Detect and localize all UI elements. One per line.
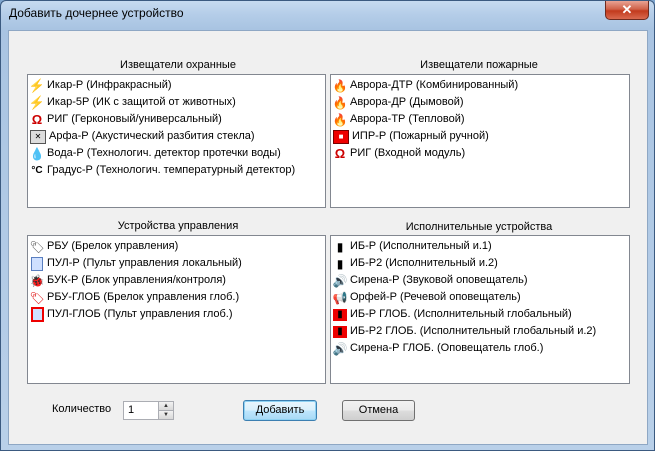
list-item[interactable]: 🔊 Сирена-Р ГЛОБ. (Оповещатель глоб.): [333, 340, 627, 357]
list-item[interactable]: 🐞 БУК-Р (Блок управления/контроля): [30, 272, 323, 289]
magnet-icon: Ω: [334, 145, 346, 161]
list-item[interactable]: 🔥 Аврора-ДТР (Комбинированный): [333, 77, 627, 94]
keypad-icon: [31, 256, 43, 271]
quantity-label: Количество: [52, 403, 112, 415]
list-item[interactable]: 💧 Вода-Р (Технологич. детектор протечки в…: [30, 145, 323, 162]
window-title: Добавить дочернее устройство: [9, 6, 184, 20]
list-item[interactable]: °C Градус-Р (Технологич. температурный де…: [30, 162, 323, 179]
megaphone-icon: 📢: [332, 290, 348, 305]
list-item[interactable]: 🏷 РБУ (Брелок управления): [29, 238, 323, 255]
list-fire-detectors[interactable]: 🔥 Аврора-ДТР (Комбинированный) 🔥 Аврора-ДР…: [330, 74, 630, 208]
relay-global-icon: ▮: [333, 308, 347, 321]
close-icon: ✕: [621, 2, 633, 17]
list-actuator-devices[interactable]: ▮ ИБ-Р (Исполнительный и.1) ▮ ИБ-Р2 (Испол…: [330, 235, 630, 384]
fire-detector-icon: 🔥: [332, 78, 348, 93]
list-item[interactable]: 🔥 Аврора-ТР (Тепловой): [333, 111, 627, 128]
cancel-button[interactable]: Отмена: [342, 400, 415, 421]
manual-call-point-icon: ■: [333, 129, 349, 144]
relay-global-icon: ▮: [333, 325, 347, 338]
bug-icon: 🐞: [29, 273, 45, 288]
list-item[interactable]: 🔥 Аврора-ДР (Дымовой): [333, 94, 627, 111]
fire-detector-icon: 🔥: [332, 95, 348, 110]
list-item[interactable]: ⚡ Икар-5Р (ИК с защитой от животных): [28, 94, 323, 111]
dialog-client-area: Извещатели охранные ⚡ Икар-Р (Инфракрасны…: [8, 30, 648, 445]
speaker-icon: 🔊: [332, 273, 348, 288]
list-item[interactable]: 🔊 Сирена-Р (Звуковой оповещатель): [333, 272, 627, 289]
spin-up-icon[interactable]: ▲: [158, 402, 173, 411]
list-item[interactable]: ПУЛ-Р (Пульт управления локальный): [30, 255, 323, 272]
lightning-icon: ⚡: [28, 94, 46, 110]
add-button[interactable]: Добавить: [243, 400, 317, 421]
list-item[interactable]: ▮ ИБ-Р (Исполнительный и.1): [333, 238, 627, 255]
quantity-input[interactable]: 1: [128, 404, 134, 416]
list-item[interactable]: ✕ Арфа-Р (Акустический разбития стекла): [30, 128, 323, 145]
speaker-global-icon: 🔊: [332, 341, 348, 356]
group-label-actuators: Исполнительные устройства: [405, 221, 553, 233]
glass-break-icon: ✕: [30, 129, 46, 144]
quantity-stepper[interactable]: 1 ▲ ▼: [123, 401, 174, 420]
list-item[interactable]: 🏷 РБУ-ГЛОБ (Брелок управления глоб.): [29, 289, 323, 306]
fire-detector-icon: 🔥: [332, 112, 348, 127]
lightning-icon: ⚡: [28, 77, 46, 93]
key-fob-global-icon: 🏷: [29, 290, 45, 305]
list-item[interactable]: ПУЛ-ГЛОБ (Пульт управления глоб.): [30, 306, 323, 323]
list-item[interactable]: ■ ИПР-Р (Пожарный ручной): [333, 128, 627, 145]
relay-icon: ▮: [336, 239, 344, 254]
dialog-window: Добавить дочернее устройство ✕ Извещател…: [0, 0, 655, 451]
group-label-security: Извещатели охранные: [120, 59, 236, 71]
list-item[interactable]: ⚡ Икар-Р (Инфракрасный): [28, 77, 323, 94]
list-control-devices[interactable]: 🏷 РБУ (Брелок управления) ПУЛ-Р (Пульт уп…: [27, 235, 326, 384]
list-item[interactable]: ▮ ИБ-Р2 (Исполнительный и.2): [333, 255, 627, 272]
thermometer-icon: °C: [31, 164, 43, 176]
list-item[interactable]: 📢 Орфей-Р (Речевой оповещатель): [333, 289, 627, 306]
key-fob-icon: 🏷: [29, 239, 45, 254]
group-label-fire: Извещатели пожарные: [420, 59, 538, 71]
list-item[interactable]: ▮ ИБ-Р ГЛОБ. (Исполнительный глобальный): [333, 306, 627, 323]
list-item[interactable]: Ω РИГ (Герконовый/универсальный): [30, 111, 323, 128]
list-security-detectors[interactable]: ⚡ Икар-Р (Инфракрасный) ⚡ Икар-5Р (ИК с за…: [27, 74, 326, 208]
magnet-icon: Ω: [31, 111, 43, 127]
water-drop-icon: 💧: [29, 146, 45, 161]
keypad-global-icon: [30, 307, 44, 322]
group-label-control: Устройства управления: [117, 220, 239, 232]
spin-down-icon[interactable]: ▼: [158, 411, 173, 419]
list-item[interactable]: ▮ ИБ-Р2 ГЛОБ. (Исполнительный глобальный …: [333, 323, 627, 340]
close-button[interactable]: ✕: [605, 1, 649, 20]
list-item[interactable]: Ω РИГ (Входной модуль): [333, 145, 627, 162]
relay-icon: ▮: [336, 256, 344, 271]
